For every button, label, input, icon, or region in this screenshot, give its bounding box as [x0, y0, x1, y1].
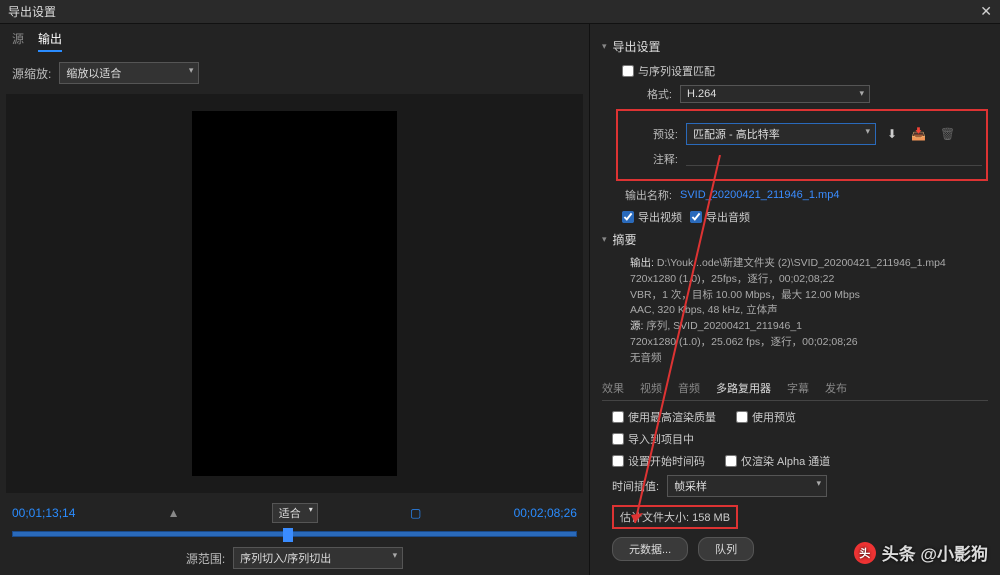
queue-button[interactable]: 队列	[698, 537, 754, 561]
export-video-checkbox[interactable]: 导出视频	[622, 209, 682, 225]
summary-header[interactable]: 摘要	[602, 231, 988, 248]
tab-effects[interactable]: 效果	[602, 380, 624, 396]
dialog-title: 导出设置	[8, 3, 56, 20]
max-render-quality-checkbox[interactable]: 使用最高渲染质量	[612, 409, 716, 425]
source-range-dropdown[interactable]: 序列切入/序列切出	[233, 547, 403, 569]
import-project-checkbox[interactable]: 导入到项目中	[612, 431, 694, 447]
output-name-link[interactable]: SVID_20200421_211946_1.mp4	[680, 189, 839, 201]
playhead-handle[interactable]	[283, 528, 293, 542]
timecode-out[interactable]: 00;02;08;26	[514, 506, 577, 520]
tab-publish[interactable]: 发布	[825, 380, 847, 396]
source-range-label: 源范围:	[186, 550, 225, 567]
tab-captions[interactable]: 字幕	[787, 380, 809, 396]
format-label: 格式:	[622, 86, 672, 102]
close-icon[interactable]: ✕	[980, 3, 992, 20]
match-sequence-checkbox[interactable]: 与序列设置匹配	[622, 63, 715, 79]
time-interp-label: 时间插值:	[612, 478, 659, 494]
zoom-fit-dropdown[interactable]: 适合	[272, 503, 318, 523]
toutiao-logo-icon: 头	[854, 542, 876, 564]
preset-label: 预设:	[628, 126, 678, 142]
delete-preset-icon[interactable]: 🗑	[937, 127, 958, 141]
preset-highlight-box: 预设: 匹配源 - 高比特率 ⬇ 📥 🗑 注释:	[616, 109, 988, 181]
tab-source[interactable]: 源	[12, 30, 24, 52]
estimated-size-box: 估计文件大小: 158 MB	[612, 505, 738, 529]
comments-label: 注释:	[628, 151, 678, 167]
timeline-slider[interactable]	[0, 527, 589, 541]
metadata-button[interactable]: 元数据...	[612, 537, 688, 561]
tab-multiplexer[interactable]: 多路复用器	[716, 380, 771, 396]
import-preset-icon[interactable]: 📥	[908, 127, 929, 141]
export-audio-checkbox[interactable]: 导出音频	[690, 209, 750, 225]
comments-input[interactable]	[686, 152, 982, 166]
start-timecode-checkbox[interactable]: 设置开始时间码	[612, 453, 705, 469]
tab-audio[interactable]: 音频	[678, 380, 700, 396]
format-dropdown[interactable]: H.264	[680, 85, 870, 103]
output-name-label: 输出名称:	[622, 187, 672, 203]
tab-output[interactable]: 输出	[38, 30, 62, 52]
render-alpha-checkbox[interactable]: 仅渲染 Alpha 通道	[725, 453, 830, 469]
timecode-in[interactable]: 00;01;13;14	[12, 506, 75, 520]
video-preview	[192, 111, 397, 476]
save-preset-icon[interactable]: ⬇	[884, 127, 900, 141]
preset-dropdown[interactable]: 匹配源 - 高比特率	[686, 123, 876, 145]
source-scale-label: 源缩放:	[12, 65, 51, 82]
watermark: 头 头条 @小影狗	[854, 540, 988, 565]
time-interp-dropdown[interactable]: 帧采样	[667, 475, 827, 497]
summary-block: 输出: D:\Youk...ode\新建文件夹 (2)\SVID_2020042…	[630, 256, 988, 366]
use-preview-checkbox[interactable]: 使用预览	[736, 409, 796, 425]
tab-video[interactable]: 视频	[640, 380, 662, 396]
export-settings-header[interactable]: 导出设置	[602, 38, 988, 55]
preview-area	[6, 94, 583, 493]
source-scale-dropdown[interactable]: 缩放以适合	[59, 62, 199, 84]
